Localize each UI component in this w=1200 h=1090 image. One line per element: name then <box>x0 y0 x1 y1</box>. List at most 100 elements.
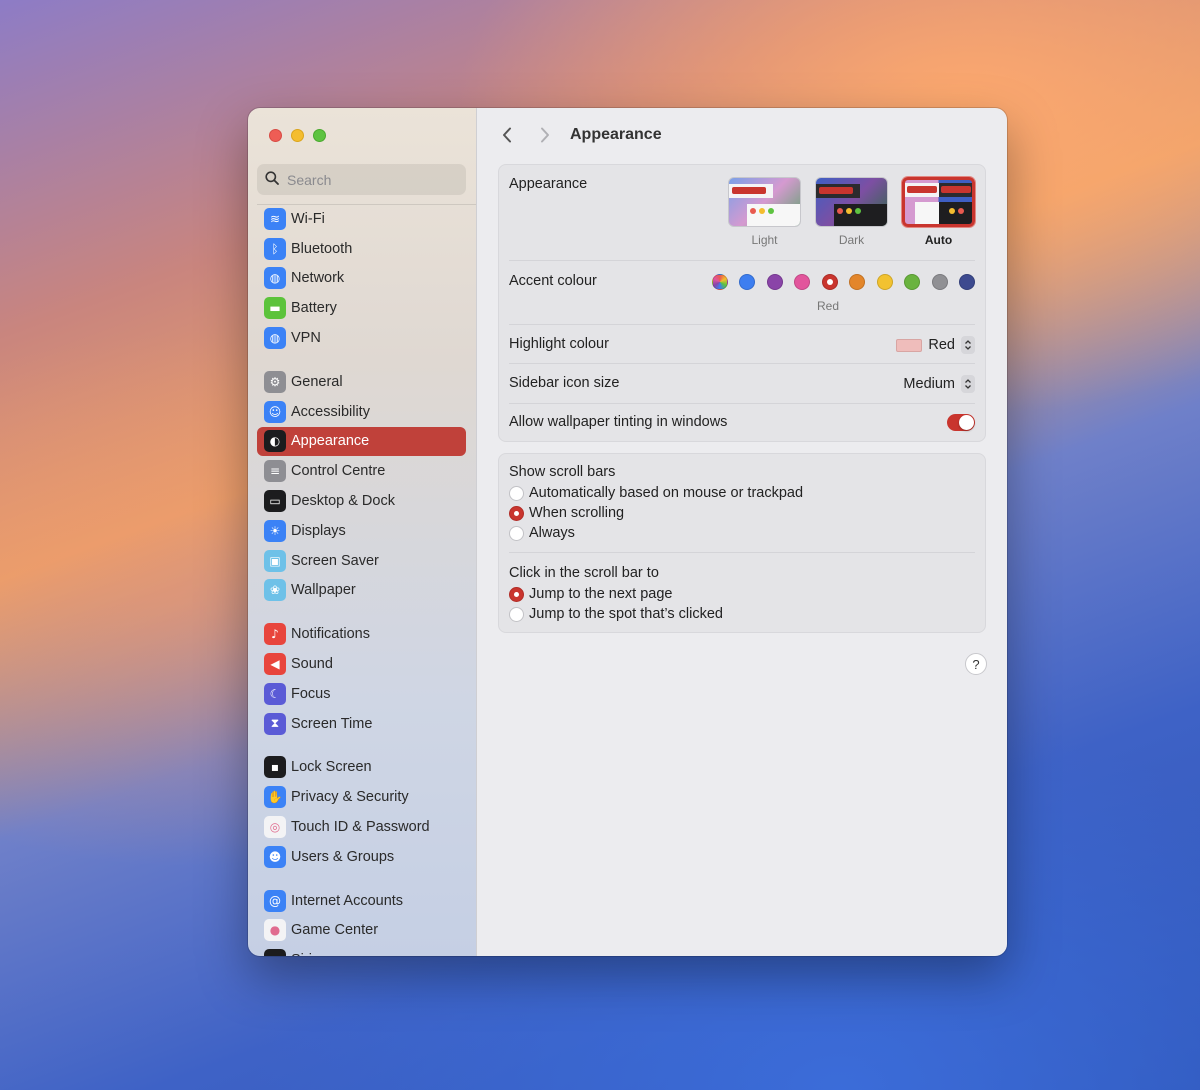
sidebar-item-label: Appearance <box>291 433 370 450</box>
sidebar-item-screen-saver[interactable]: ▣ Screen Saver <box>257 546 466 576</box>
accent-swatch[interactable] <box>876 274 893 290</box>
zoom-button[interactable] <box>313 129 326 142</box>
lock-icon: ▪ <box>264 756 286 779</box>
search-field[interactable]: Search <box>257 164 466 195</box>
appearance-option-light[interactable]: Light <box>728 177 801 247</box>
sidebar-item-screen-time[interactable]: ⧗ Screen Time <box>257 709 466 739</box>
sidebar-item-lock-screen[interactable]: ▪ Lock Screen <box>257 753 466 783</box>
accessibility-icon: ☺ <box>264 400 286 423</box>
sidebar-icon-size-label: Sidebar icon size <box>509 375 620 391</box>
page-title: Appearance <box>570 126 662 143</box>
bell-icon: ♪ <box>264 623 286 646</box>
help-button[interactable]: ? <box>965 653 987 675</box>
scroll-option-always[interactable]: Always <box>509 525 575 541</box>
sidebar-item-label: Screen Time <box>291 715 373 732</box>
scroll-option-when-scrolling[interactable]: When scrolling <box>509 505 624 521</box>
sidebar-item-touch-id-password[interactable]: ◎ Touch ID & Password <box>257 812 466 842</box>
accent-label: Accent colour <box>509 273 597 289</box>
sidebar-item-accessibility[interactable]: ☺ Accessibility <box>257 397 466 427</box>
scroll-option-automatic[interactable]: Automatically based on mouse or trackpad <box>509 485 803 501</box>
globe-icon: ◍ <box>264 267 286 290</box>
moon-icon: ☾ <box>264 682 286 705</box>
radio-label: When scrolling <box>529 505 625 521</box>
hourglass-icon: ⧗ <box>264 712 286 735</box>
chevron-left-icon <box>503 127 511 143</box>
sidebar-item-label: Game Center <box>291 922 379 939</box>
sidebar-item-label: Control Centre <box>291 463 386 480</box>
radio-button <box>509 586 524 602</box>
divider <box>509 260 975 261</box>
sidebar-item-sound[interactable]: ◀ Sound <box>257 649 466 679</box>
sidebar-item-privacy-security[interactable]: ✋ Privacy & Security <box>257 782 466 812</box>
sidebar-item-network[interactable]: ◍ Network <box>257 264 466 294</box>
highlight-label: Highlight colour <box>509 336 609 352</box>
sidebar-icon-size-row: Sidebar icon size Medium <box>509 375 975 395</box>
sidebar-item-label: Sound <box>291 656 333 673</box>
sidebar-item-notifications[interactable]: ♪ Notifications <box>257 619 466 649</box>
appearance-row: Appearance Light Dark Auto <box>509 176 975 276</box>
sidebar-item-game-center[interactable]: ● Game Center <box>257 916 466 946</box>
bluetooth-icon: ᛒ <box>264 237 286 260</box>
divider <box>509 403 975 404</box>
accent-swatch[interactable] <box>766 274 783 290</box>
gear-icon: ⚙ <box>264 370 286 393</box>
click-option-next-page[interactable]: Jump to the next page <box>509 586 673 602</box>
wallpaper-tinting-row: Allow wallpaper tinting in windows <box>509 414 975 434</box>
radio-label: Automatically based on mouse or trackpad <box>529 485 804 501</box>
accent-swatch[interactable] <box>711 274 728 290</box>
sidebar-item-users-groups[interactable]: ☻ Users & Groups <box>257 842 466 872</box>
dark-mode-preview <box>815 177 888 227</box>
forward-button[interactable] <box>534 124 556 146</box>
search-icon <box>265 171 287 188</box>
appearance-option-auto[interactable]: Auto <box>902 177 975 247</box>
accent-swatch[interactable] <box>959 274 975 290</box>
highlight-popup[interactable]: Red <box>896 336 975 354</box>
radio-button <box>509 606 524 622</box>
at-icon: @ <box>264 889 286 912</box>
sidebar-item-label: Lock Screen <box>291 759 372 776</box>
accent-swatch[interactable] <box>821 274 838 290</box>
sidebar-item-displays[interactable]: ☀ Displays <box>257 516 466 546</box>
sidebar-icon-size-popup[interactable]: Medium <box>903 375 975 393</box>
speaker-icon: ◀ <box>264 653 286 676</box>
sidebar-item-label: Users & Groups <box>291 848 395 865</box>
sidebar-item-label: Accessibility <box>291 403 370 420</box>
sidebar-item-appearance[interactable]: ◐ Appearance <box>257 426 466 457</box>
sidebar-item-vpn[interactable]: ◍ VPN <box>257 323 466 353</box>
accent-swatch[interactable] <box>739 274 755 290</box>
sidebar-item-battery[interactable]: ▬ Battery <box>257 293 466 323</box>
flower-icon: ❀ <box>264 579 286 602</box>
sidebar-item-focus[interactable]: ☾ Focus <box>257 679 466 709</box>
updown-icon <box>961 375 975 393</box>
click-option-spot-clicked[interactable]: Jump to the spot that’s clicked <box>509 606 723 622</box>
back-button[interactable] <box>496 124 518 146</box>
sidebar-item-internet-accounts[interactable]: @ Internet Accounts <box>257 886 466 916</box>
scroll-bars-card: Show scroll bars Automatically based on … <box>498 453 986 633</box>
wallpaper-tinting-toggle[interactable] <box>947 414 975 431</box>
sidebar-item-wi-fi[interactable]: ≋ Wi-Fi <box>257 204 466 234</box>
accent-swatch[interactable] <box>794 274 810 290</box>
close-button[interactable] <box>269 129 282 142</box>
accent-swatch[interactable] <box>931 274 948 290</box>
settings-window: Search ≋ Wi-Fi ᛒ Bluetooth ◍ Network ▬ Battery ◍… <box>248 108 1007 956</box>
sidebar-item-label: VPN <box>291 330 321 347</box>
users-icon: ☻ <box>264 845 286 868</box>
sidebar-item-bluetooth[interactable]: ᛒ Bluetooth <box>257 234 466 264</box>
sidebar-item-label: Wallpaper <box>291 582 356 599</box>
sidebar-item-label: Focus <box>291 685 331 702</box>
radio-button <box>509 525 524 541</box>
sidebar-item-wallpaper[interactable]: ❀ Wallpaper <box>257 576 466 606</box>
minimize-button[interactable] <box>291 129 304 142</box>
sidebar-item-siri[interactable]: ◉ Siri <box>257 945 466 956</box>
sidebar-item-general[interactable]: ⚙ General <box>257 367 466 397</box>
sidebar-item-control-centre[interactable]: ≡ Control Centre <box>257 456 466 486</box>
accent-swatch[interactable] <box>849 274 865 290</box>
appearance-option-dark[interactable]: Dark <box>815 177 888 247</box>
siri-icon: ◉ <box>264 949 286 956</box>
accent-swatch[interactable] <box>904 274 920 290</box>
divider <box>509 363 975 364</box>
sidebar-item-desktop-dock[interactable]: ▭ Desktop & Dock <box>257 486 466 516</box>
